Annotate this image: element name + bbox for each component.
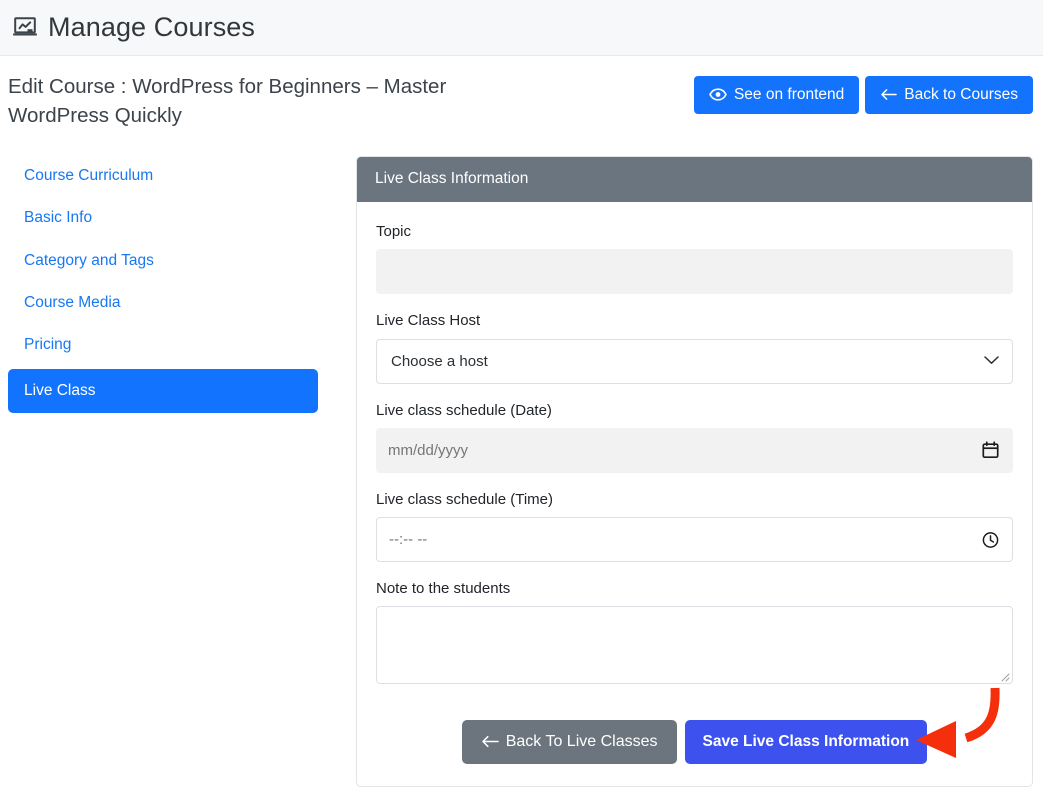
course-edit-sidebar: Course Curriculum Basic Info Category an…	[8, 156, 318, 419]
back-to-live-classes-label: Back To Live Classes	[505, 733, 658, 750]
note-to-students-label: Note to the students	[376, 580, 511, 598]
back-to-live-classes-button[interactable]: Back To Live Classes	[461, 720, 677, 765]
page-title: Manage Courses	[48, 12, 256, 42]
sidebar-item-live-class[interactable]: Live Class	[8, 368, 318, 414]
live-class-time-label: Live class schedule (Time)	[376, 490, 554, 508]
card-body: Topic Live Class Host Choose a host Live…	[357, 202, 1032, 706]
course-title: Edit Course : WordPress for Beginners – …	[8, 75, 447, 128]
field-topic: Topic	[376, 222, 1013, 295]
sidebar-item-basic-info[interactable]: Basic Info	[8, 200, 318, 236]
field-live-class-time: Live class schedule (Time) --:-- --	[376, 490, 1013, 563]
back-to-courses-button[interactable]: Back to Courses	[865, 76, 1033, 115]
live-class-host-label: Live Class Host	[376, 312, 481, 330]
live-class-date-placeholder: mm/dd/yyyy	[388, 441, 469, 459]
arrow-left-icon	[880, 88, 898, 101]
live-class-date-label: Live class schedule (Date)	[376, 401, 552, 419]
sidebar-item-course-curriculum[interactable]: Course Curriculum	[8, 158, 318, 194]
admin-topbar: Manage Courses	[0, 0, 1043, 56]
topic-input[interactable]	[376, 249, 1013, 295]
field-live-class-date: Live class schedule (Date) mm/dd/yyyy	[376, 401, 1013, 473]
topic-label: Topic	[376, 223, 412, 241]
card-footer: Back To Live Classes Save Live Class Inf…	[357, 706, 1032, 786]
resize-handle-icon[interactable]	[998, 669, 1010, 682]
field-live-class-host: Live Class Host Choose a host	[376, 311, 1013, 384]
sidebar-item-pricing[interactable]: Pricing	[8, 327, 318, 363]
sidebar-item-course-media[interactable]: Course Media	[8, 285, 318, 321]
live-class-time-input[interactable]: --:-- --	[376, 517, 1013, 563]
back-to-courses-label: Back to Courses	[904, 86, 1018, 103]
see-on-frontend-label: See on frontend	[733, 86, 845, 103]
live-class-date-wrap: mm/dd/yyyy	[376, 427, 1013, 473]
field-note-to-students: Note to the students	[376, 579, 1013, 685]
card-header: Live Class Information	[357, 157, 1032, 203]
sidebar-item-category-and-tags[interactable]: Category and Tags	[8, 243, 318, 279]
live-class-information-card: Live Class Information Topic Live Class …	[356, 156, 1033, 787]
course-header: Edit Course : WordPress for Beginners – …	[0, 56, 1043, 130]
live-class-date-input[interactable]: mm/dd/yyyy	[376, 427, 1013, 473]
arrow-left-icon	[481, 735, 499, 748]
live-class-host-value: Choose a host	[391, 352, 488, 370]
live-class-host-select-wrap: Choose a host	[376, 338, 1013, 384]
main-content: Course Curriculum Basic Info Category an…	[0, 130, 1043, 787]
live-class-host-select[interactable]: Choose a host	[376, 338, 1013, 384]
header-actions: See on frontend Back to Courses	[693, 72, 1033, 115]
note-to-students-textarea[interactable]	[376, 606, 1013, 685]
live-class-time-placeholder: --:-- --	[389, 531, 428, 549]
save-live-class-information-label: Save Live Class Information	[702, 733, 910, 751]
see-on-frontend-button[interactable]: See on frontend	[693, 76, 860, 115]
save-live-class-information-button[interactable]: Save Live Class Information	[684, 720, 928, 765]
presentation-chart-icon	[10, 13, 40, 43]
eye-icon	[709, 88, 727, 101]
live-class-time-wrap: --:-- --	[376, 517, 1013, 563]
